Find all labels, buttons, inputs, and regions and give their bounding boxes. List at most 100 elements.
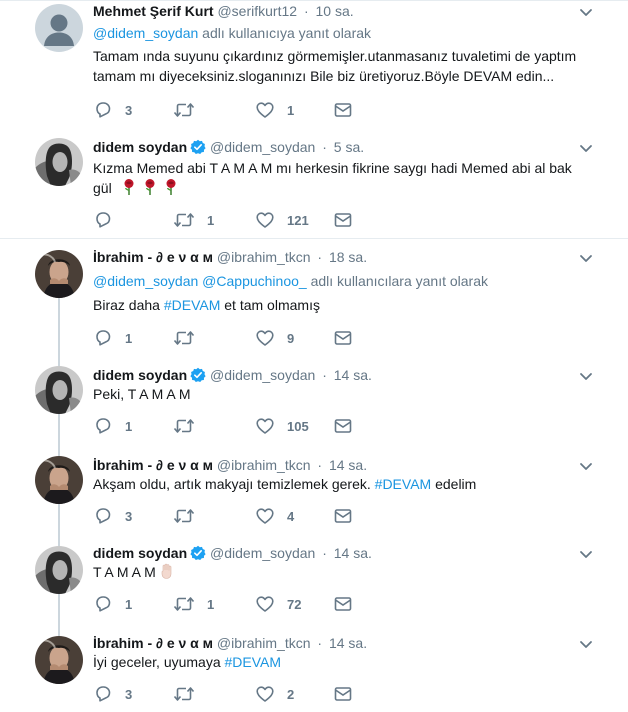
timestamp[interactable]: 14 sa. bbox=[334, 545, 372, 561]
reply-action[interactable]: 1 bbox=[93, 328, 132, 348]
direct-message-icon[interactable] bbox=[333, 594, 353, 614]
username[interactable]: @serifkurt12 bbox=[217, 3, 297, 19]
reply-action[interactable] bbox=[93, 210, 125, 230]
display-name[interactable]: didem soydan bbox=[93, 139, 187, 155]
reply-icon[interactable] bbox=[93, 328, 113, 348]
avatar[interactable] bbox=[35, 138, 83, 186]
display-name[interactable]: İbrahim - ∂ e ν α м bbox=[93, 635, 213, 651]
reply-action[interactable]: 1 bbox=[93, 416, 132, 436]
retweet-icon[interactable] bbox=[173, 100, 195, 120]
direct-message-icon[interactable] bbox=[333, 684, 353, 704]
retweet-icon[interactable] bbox=[173, 416, 195, 436]
like-action[interactable]: 9 bbox=[255, 328, 294, 348]
tweet[interactable]: İbrahim - ∂ e ν α м @ibrahim_tkcn · 14 s… bbox=[0, 626, 628, 712]
username[interactable]: @didem_soydan bbox=[210, 545, 315, 561]
reply-mention-link[interactable]: @didem_soydan bbox=[93, 273, 198, 289]
hashtag-link[interactable]: #DEVAM bbox=[164, 297, 221, 313]
like-action[interactable]: 2 bbox=[255, 684, 294, 704]
direct-message-icon[interactable] bbox=[333, 416, 353, 436]
reply-action[interactable]: 3 bbox=[93, 506, 132, 526]
dm-action[interactable] bbox=[333, 594, 353, 614]
reply-icon[interactable] bbox=[93, 100, 113, 120]
caret-down-icon[interactable] bbox=[579, 372, 593, 382]
dm-action[interactable] bbox=[333, 100, 353, 120]
reply-icon[interactable] bbox=[93, 506, 113, 526]
reply-icon[interactable] bbox=[93, 210, 113, 230]
dm-action[interactable] bbox=[333, 684, 353, 704]
dm-action[interactable] bbox=[333, 506, 353, 526]
tweet[interactable]: İbrahim - ∂ e ν α м @ibrahim_tkcn · 18 s… bbox=[0, 240, 628, 356]
direct-message-icon[interactable] bbox=[333, 506, 353, 526]
retweet-action[interactable]: 1 bbox=[173, 210, 214, 230]
like-icon[interactable] bbox=[255, 416, 275, 436]
avatar[interactable] bbox=[35, 546, 83, 594]
reply-action[interactable]: 3 bbox=[93, 684, 132, 704]
tweet[interactable]: Mehmet Şerif Kurt @serifkurt12 · 10 sa. … bbox=[0, 0, 628, 130]
retweet-action[interactable]: 1 bbox=[173, 594, 214, 614]
avatar[interactable] bbox=[35, 456, 83, 504]
caret-down-icon[interactable] bbox=[579, 8, 593, 18]
retweet-icon[interactable] bbox=[173, 328, 195, 348]
reply-action[interactable]: 3 bbox=[93, 100, 132, 120]
display-name[interactable]: didem soydan bbox=[93, 367, 187, 383]
caret-down-icon[interactable] bbox=[579, 144, 593, 154]
dm-action[interactable] bbox=[333, 328, 353, 348]
like-action[interactable]: 72 bbox=[255, 594, 301, 614]
avatar[interactable] bbox=[35, 250, 83, 298]
caret-down-icon[interactable] bbox=[579, 550, 593, 560]
avatar[interactable] bbox=[35, 636, 83, 684]
like-icon[interactable] bbox=[255, 684, 275, 704]
timestamp[interactable]: 10 sa. bbox=[316, 3, 354, 19]
dm-action[interactable] bbox=[333, 210, 353, 230]
tweet[interactable]: didem soydan @didem_soydan · 14 sa. Peki… bbox=[0, 356, 628, 446]
caret-down-icon[interactable] bbox=[579, 254, 593, 264]
reply-icon[interactable] bbox=[93, 684, 113, 704]
direct-message-icon[interactable] bbox=[333, 328, 353, 348]
like-icon[interactable] bbox=[255, 100, 275, 120]
timestamp[interactable]: 18 sa. bbox=[329, 249, 367, 265]
like-action[interactable]: 4 bbox=[255, 506, 294, 526]
dm-action[interactable] bbox=[333, 416, 353, 436]
caret-down-icon[interactable] bbox=[579, 640, 593, 650]
reply-mention-link[interactable]: @didem_soydan bbox=[93, 25, 198, 41]
hashtag-link[interactable]: #DEVAM bbox=[225, 654, 282, 670]
retweet-action[interactable] bbox=[173, 100, 207, 120]
username[interactable]: @ibrahim_tkcn bbox=[217, 249, 311, 265]
like-icon[interactable] bbox=[255, 210, 275, 230]
retweet-icon[interactable] bbox=[173, 594, 195, 614]
username[interactable]: @ibrahim_tkcn bbox=[217, 635, 311, 651]
avatar[interactable] bbox=[35, 4, 83, 52]
like-action[interactable]: 105 bbox=[255, 416, 309, 436]
like-icon[interactable] bbox=[255, 506, 275, 526]
retweet-action[interactable] bbox=[173, 684, 207, 704]
reply-icon[interactable] bbox=[93, 416, 113, 436]
retweet-action[interactable] bbox=[173, 506, 207, 526]
like-action[interactable]: 1 bbox=[255, 100, 294, 120]
reply-action[interactable]: 1 bbox=[93, 594, 132, 614]
timestamp[interactable]: 14 sa. bbox=[329, 635, 367, 651]
retweet-icon[interactable] bbox=[173, 506, 195, 526]
timestamp[interactable]: 5 sa. bbox=[334, 139, 364, 155]
tweet[interactable]: İbrahim - ∂ e ν α м @ibrahim_tkcn · 14 s… bbox=[0, 446, 628, 536]
display-name[interactable]: Mehmet Şerif Kurt bbox=[93, 3, 214, 19]
username[interactable]: @didem_soydan bbox=[210, 139, 315, 155]
display-name[interactable]: İbrahim - ∂ e ν α м bbox=[93, 249, 213, 265]
retweet-icon[interactable] bbox=[173, 684, 195, 704]
tweet[interactable]: didem soydan @didem_soydan · 14 sa. T A … bbox=[0, 536, 628, 626]
direct-message-icon[interactable] bbox=[333, 100, 353, 120]
tweet[interactable]: didem soydan @didem_soydan · 5 sa. Kızma… bbox=[0, 130, 628, 236]
timestamp[interactable]: 14 sa. bbox=[329, 457, 367, 473]
timestamp[interactable]: 14 sa. bbox=[334, 367, 372, 383]
retweet-icon[interactable] bbox=[173, 210, 195, 230]
like-icon[interactable] bbox=[255, 594, 275, 614]
like-icon[interactable] bbox=[255, 328, 275, 348]
display-name[interactable]: didem soydan bbox=[93, 545, 187, 561]
caret-down-icon[interactable] bbox=[579, 462, 593, 472]
avatar[interactable] bbox=[35, 366, 83, 414]
reply-mention-link[interactable]: @Cappuchinoo_ bbox=[202, 273, 307, 289]
direct-message-icon[interactable] bbox=[333, 210, 353, 230]
reply-icon[interactable] bbox=[93, 594, 113, 614]
hashtag-link[interactable]: #DEVAM bbox=[375, 476, 432, 492]
retweet-action[interactable] bbox=[173, 328, 207, 348]
like-action[interactable]: 121 bbox=[255, 210, 309, 230]
